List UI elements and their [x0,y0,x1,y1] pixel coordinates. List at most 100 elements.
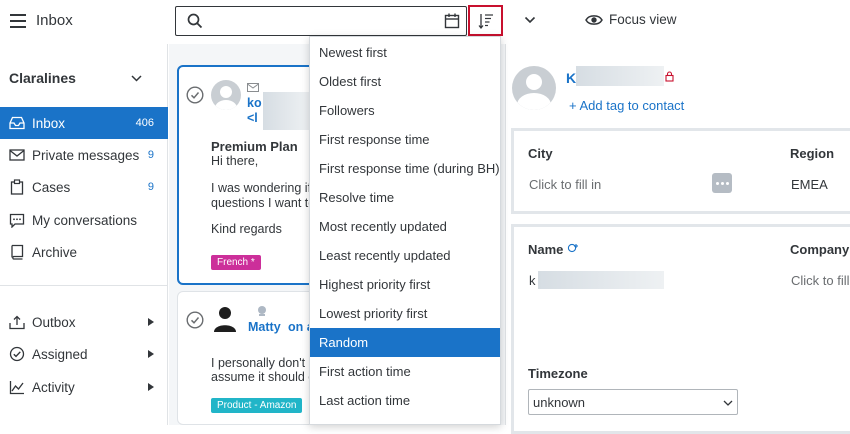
sender-name[interactable]: ko [247,96,262,110]
focus-view-label: Focus view [609,12,677,27]
sort-option-least-recently-updated[interactable]: Least recently updated [310,241,500,270]
chevron-down-icon[interactable] [524,16,536,24]
sort-option-highest-priority-first[interactable]: Highest priority first [310,270,500,299]
timezone-value: unknown [533,395,586,410]
add-person-icon[interactable] [567,243,579,254]
name-value[interactable]: k [529,273,536,288]
add-tag-link[interactable]: + Add tag to contact [569,98,684,113]
person-silhouette-icon [214,307,236,332]
sidebar: Claralines Inbox 406 Private messages 9 … [0,44,168,425]
sidebar-item-label: Outbox [32,314,76,330]
search-input[interactable] [210,10,432,32]
city-field[interactable]: Click to fill in [529,177,601,192]
sidebar-item-label: Inbox [32,115,66,131]
inbox-icon [9,115,25,131]
chat-channel-icon [258,306,266,316]
sender-name[interactable]: Matty [248,320,281,334]
location-panel: City Click to fill in Region EMEA [511,128,850,214]
region-value[interactable]: EMEA [791,177,828,192]
sidebar-divider [0,285,168,286]
sort-button[interactable] [468,5,503,36]
archive-book-icon [9,244,25,260]
message-preview: I personally don't [211,356,306,370]
sidebar-item-label: Activity [32,379,75,395]
chat-bubble-icon [9,212,25,228]
sidebar-item-label: Cases [32,179,71,195]
expand-arrow-icon [148,383,154,391]
envelope-icon [9,147,25,163]
contact-name[interactable]: K [566,70,576,86]
more-options-icon[interactable] [712,173,732,193]
label-tag[interactable]: French * [211,255,261,270]
sidebar-item-activity[interactable]: Activity [0,371,168,403]
company-label: Company [790,242,850,257]
sort-option-resolve-time[interactable]: Resolve time [310,183,500,212]
sort-option-first-action-time[interactable]: First action time [310,357,500,386]
sort-option-followers[interactable]: Followers [310,96,500,125]
redacted-name [538,271,664,289]
sidebar-item-inbox[interactable]: Inbox 406 [0,107,168,139]
message-preview: Kind regards [211,222,282,236]
label-tag[interactable]: Product - Amazon [211,398,303,413]
sort-option-first-response-time-during-bh[interactable]: First response time (during BH) [310,154,500,183]
search-bar[interactable] [175,6,467,36]
hamburger-menu-icon[interactable] [10,14,26,28]
sort-option-newest-first[interactable]: Newest first [310,38,500,67]
page-title: Inbox [36,12,73,29]
sort-option-first-response-time[interactable]: First response time [310,125,500,154]
eye-icon [585,14,603,25]
city-label: City [528,146,553,161]
count-badge: 406 [135,117,154,129]
details-panel: Name k Company Click to fill Timezone un… [511,224,850,434]
region-label: Region [790,146,835,161]
sidebar-item-assigned[interactable]: Assigned [0,338,168,370]
count-badge: 9 [147,149,154,161]
redacted-name [576,66,664,86]
contact-avatar [512,66,556,110]
sidebar-item-label: Private messages [32,147,140,163]
sidebar-item-archive[interactable]: Archive [0,236,168,268]
sidebar-item-outbox[interactable]: Outbox [0,306,168,338]
sort-icon [478,14,493,29]
sort-option-lowest-priority-first[interactable]: Lowest priority first [310,299,500,328]
sort-option-most-recently-updated[interactable]: Most recently updated [310,212,500,241]
chevron-down-icon [723,400,733,406]
search-icon [187,13,203,29]
sidebar-item-private-messages[interactable]: Private messages 9 [0,139,168,171]
sidebar-item-label: Assigned [32,346,88,362]
message-preview: Hi there, [211,154,259,168]
workspace-name: Claralines [9,70,76,86]
sort-option-oldest-first[interactable]: Oldest first [310,67,500,96]
sort-option-last-action-time[interactable]: Last action time [310,386,500,415]
timezone-label: Timezone [528,366,588,381]
focus-view-button[interactable]: Focus view [585,12,677,27]
envelope-icon [247,83,259,92]
name-label: Name [528,242,564,257]
conversation-subject: Premium Plan [211,139,298,154]
sort-option-random[interactable]: Random [310,328,500,357]
activity-chart-icon [9,379,25,395]
calendar-icon[interactable] [444,13,460,29]
sidebar-item-label: Archive [32,244,78,260]
message-preview: assume it should c [211,370,315,384]
sender-email[interactable]: <l [247,111,258,125]
avatar [211,80,241,110]
count-badge: 9 [147,181,154,193]
sidebar-item-label: My conversations [32,212,138,228]
company-field[interactable]: Click to fill [791,273,850,288]
expand-arrow-icon [148,318,154,326]
workspace-selector[interactable]: Claralines [0,64,168,90]
outbox-icon [9,314,25,330]
expand-arrow-icon [148,350,154,358]
check-circle-icon [9,346,25,362]
sort-options-menu: Newest first Oldest first Followers First r… [309,36,501,425]
sidebar-item-cases[interactable]: Cases 9 [0,171,168,203]
check-circle-icon[interactable] [186,311,204,329]
check-circle-icon[interactable] [186,86,204,104]
chevron-down-icon [131,75,142,82]
redacted-name [263,92,309,130]
lock-icon [665,71,674,82]
timezone-select[interactable]: unknown [528,389,738,415]
sidebar-item-my-conversations[interactable]: My conversations [0,204,168,236]
message-preview: questions I want to [211,196,316,210]
